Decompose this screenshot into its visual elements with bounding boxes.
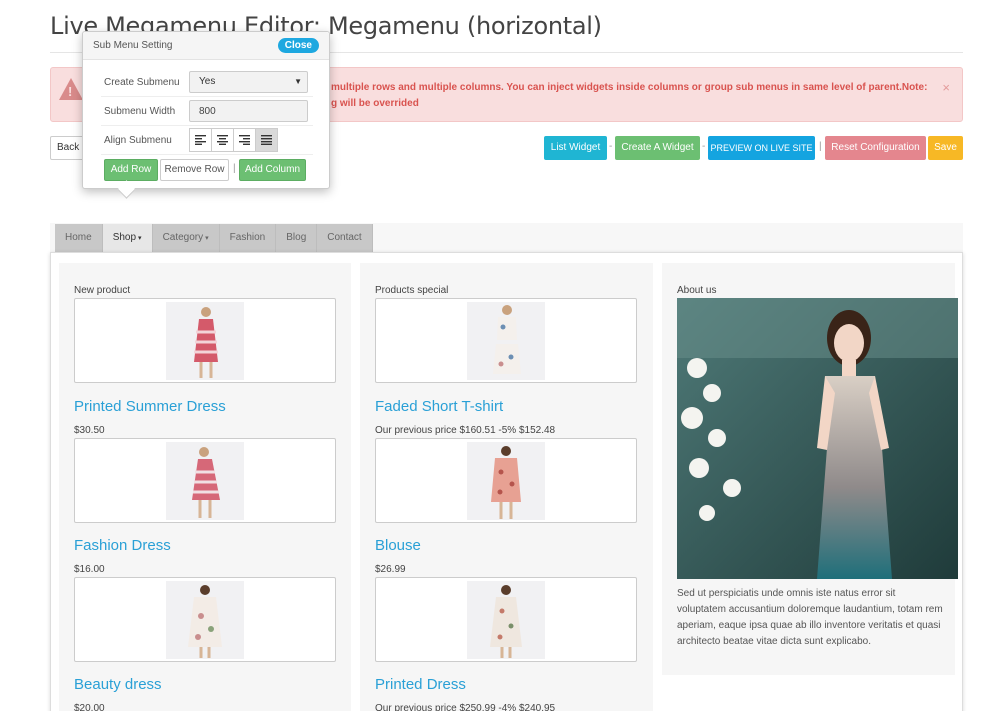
create-submenu-label: Create Submenu bbox=[104, 77, 180, 88]
about-us-text: Sed ut perspiciatis unde omnis iste natu… bbox=[677, 588, 943, 647]
create-submenu-row: Create Submenu Yes ▼ bbox=[101, 68, 313, 97]
megamenu-bar: Home Shop ▾ Category ▾ Fashion Blog Contac… bbox=[55, 224, 373, 252]
align-submenu-row: Align Submenu bbox=[101, 126, 313, 155]
list-widget-button[interactable]: List Widget bbox=[544, 136, 607, 160]
save-button[interactable]: Save bbox=[928, 136, 963, 160]
product-name-link[interactable]: Beauty dress bbox=[74, 676, 162, 693]
menu-item-label: Category bbox=[162, 232, 204, 243]
submenu-width-label: Submenu Width bbox=[104, 106, 176, 117]
submenu-width-input[interactable] bbox=[189, 100, 308, 122]
align-right-icon bbox=[239, 135, 250, 145]
menu-item-category[interactable]: Category ▾ bbox=[152, 224, 220, 252]
product-price: $20.00 bbox=[74, 703, 105, 711]
product-name-link[interactable]: Fashion Dress bbox=[74, 537, 171, 554]
dress-image-icon bbox=[467, 581, 545, 659]
create-submenu-value: Yes bbox=[199, 76, 216, 87]
menu-item-blog[interactable]: Blog bbox=[276, 224, 318, 252]
column-title: Products special bbox=[375, 285, 449, 296]
popup-close-button[interactable]: Close bbox=[277, 38, 319, 53]
product-price: $30.50 bbox=[74, 425, 105, 436]
product-price: $16.00 bbox=[74, 564, 105, 575]
dress-image-icon bbox=[166, 302, 244, 380]
toolbar-separator: - bbox=[609, 141, 613, 152]
create-widget-button[interactable]: Create A Widget bbox=[615, 136, 700, 160]
toolbar-separator: - bbox=[702, 141, 706, 152]
shop-submenu-dropdown: New product Printed Summer Dress $30.50 … bbox=[50, 252, 963, 711]
product-price: Our previous price $160.51 -5% $152.48 bbox=[375, 425, 556, 436]
alert-text: multiple rows and multiple columns. You … bbox=[331, 82, 928, 109]
menu-item-home[interactable]: Home bbox=[55, 224, 103, 252]
align-submenu-label: Align Submenu bbox=[104, 135, 172, 146]
toolbar-pipe: | bbox=[819, 141, 822, 152]
menu-item-label: Blog bbox=[286, 232, 307, 243]
product-name-link[interactable]: Printed Summer Dress bbox=[74, 398, 226, 415]
product-image[interactable] bbox=[375, 577, 637, 662]
product-image[interactable] bbox=[375, 438, 637, 523]
product-image[interactable] bbox=[74, 438, 336, 523]
reset-configuration-button[interactable]: Reset Configuration bbox=[825, 136, 926, 160]
blouse-image-icon bbox=[467, 442, 545, 520]
product-price: Our previous price $250.99 -4% $240.95 bbox=[375, 703, 556, 711]
align-center-button[interactable] bbox=[211, 128, 234, 152]
menu-item-label: Shop bbox=[112, 232, 137, 243]
submenu-width-row: Submenu Width bbox=[101, 97, 313, 126]
product-name-link[interactable]: Blouse bbox=[375, 537, 421, 554]
product-name-link[interactable]: Faded Short T-shirt bbox=[375, 398, 503, 415]
menu-item-label: Contact bbox=[327, 232, 362, 243]
product-name-link[interactable]: Printed Dress bbox=[375, 676, 466, 693]
menu-item-fashion[interactable]: Fashion bbox=[219, 224, 277, 252]
select-caret-icon: ▼ bbox=[294, 77, 302, 86]
column-title: About us bbox=[677, 285, 717, 296]
tshirt-image-icon bbox=[467, 302, 545, 380]
caret-down-icon: ▾ bbox=[205, 235, 209, 242]
menu-item-label: Fashion bbox=[229, 232, 266, 243]
submenu-column-new-product: New product Printed Summer Dress $30.50 … bbox=[59, 263, 351, 711]
menu-item-shop[interactable]: Shop ▾ bbox=[102, 224, 153, 252]
product-image[interactable] bbox=[375, 298, 637, 383]
column-title: New product bbox=[74, 285, 131, 296]
preview-live-site-button[interactable]: PREVIEW ON LIVE SITE bbox=[708, 136, 815, 160]
product-image[interactable] bbox=[74, 298, 336, 383]
align-center-icon bbox=[217, 135, 228, 145]
add-column-button[interactable]: Add Column bbox=[239, 159, 306, 181]
alert-close-icon[interactable]: × bbox=[942, 80, 950, 95]
align-justify-icon bbox=[261, 135, 272, 145]
menu-item-contact[interactable]: Contact bbox=[317, 224, 373, 252]
dress-image-icon bbox=[166, 442, 244, 520]
product-price: $26.99 bbox=[375, 564, 406, 575]
submenu-column-about-us: About us Sed ut perspiciatis unde omnis … bbox=[662, 263, 958, 675]
submenu-setting-popup: Sub Menu Setting Close Create Submenu Ye… bbox=[82, 31, 330, 189]
warning-icon-mark: ! bbox=[68, 84, 73, 99]
dress-image-icon bbox=[166, 581, 244, 659]
popup-header: Sub Menu Setting Close bbox=[83, 32, 329, 60]
create-submenu-select[interactable]: Yes ▼ bbox=[189, 71, 308, 93]
align-left-icon bbox=[195, 135, 206, 145]
align-right-button[interactable] bbox=[233, 128, 256, 152]
align-button-group bbox=[189, 128, 278, 152]
menu-item-label: Home bbox=[65, 232, 92, 243]
caret-down-icon: ▾ bbox=[138, 235, 142, 242]
align-left-button[interactable] bbox=[189, 128, 212, 152]
align-justify-button[interactable] bbox=[255, 128, 278, 152]
popup-title: Sub Menu Setting bbox=[93, 40, 173, 51]
about-us-photo[interactable] bbox=[677, 298, 958, 579]
submenu-column-products-special: Products special Faded Short T-shirt Our… bbox=[360, 263, 653, 711]
add-row-button[interactable]: Add Row bbox=[104, 159, 158, 181]
popup-pipe: | bbox=[233, 163, 236, 174]
product-image[interactable] bbox=[74, 577, 336, 662]
remove-row-button[interactable]: Remove Row bbox=[160, 159, 229, 181]
